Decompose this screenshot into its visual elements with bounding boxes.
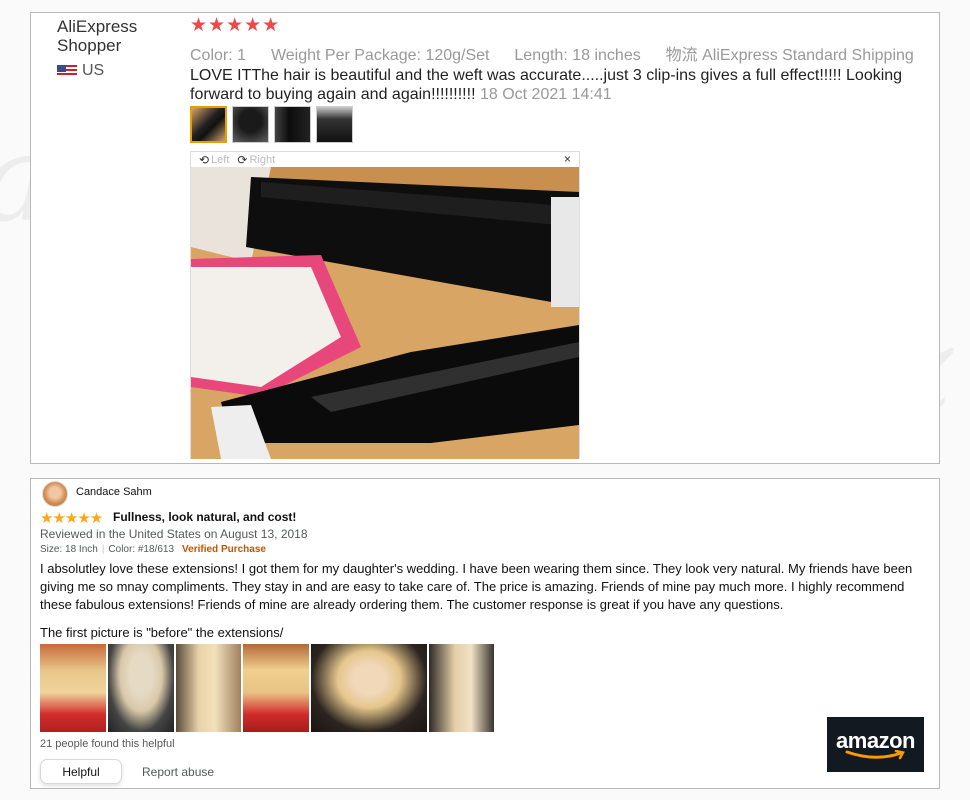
product-attributes: Color: 1 Weight Per Package: 120g/Set Le… [190, 41, 914, 65]
color-value: 1 [237, 47, 247, 64]
rotate-left-icon: ⟲ [199, 152, 210, 167]
review-photo[interactable] [108, 644, 174, 732]
weight-value: 120g/Set [425, 47, 490, 64]
product-attributes: Size: 18 Inch | Color: #18/613 Verified Pur… [40, 544, 266, 555]
review-title[interactable]: Fullness, look natural, and cost! [113, 510, 296, 524]
review-thumbnail[interactable] [190, 106, 227, 143]
reviewer-name[interactable]: Candace Sahm [76, 486, 152, 498]
review-photos [40, 644, 494, 732]
review-thumbnail[interactable] [232, 106, 269, 143]
us-flag-icon [57, 65, 77, 77]
shipping-label: 物流 [665, 47, 698, 64]
aliexpress-review-card: AliExpress Shopper US ★★★★★ Color: 1 Wei… [30, 12, 940, 464]
amazon-smile-icon [845, 749, 905, 759]
helpful-count: 21 people found this helpful [40, 738, 175, 750]
star-rating: ★★★★★ [190, 15, 281, 36]
reviewer-name: AliExpress Shopper [57, 17, 138, 55]
amazon-review-card: Candace Sahm ★★★★★ Fullness, look natura… [30, 478, 940, 789]
color-attribute: Color: #18/613 [108, 544, 175, 555]
review-thumbnail[interactable] [316, 106, 353, 143]
rotate-right-button[interactable]: ⟳ Right [237, 153, 275, 167]
review-photo[interactable] [40, 644, 106, 732]
helpful-button[interactable]: Helpful [40, 759, 122, 784]
review-thumbnail[interactable] [274, 106, 311, 143]
size-attribute: Size: 18 Inch [40, 544, 98, 555]
shipping-value: AliExpress Standard Shipping [702, 47, 914, 64]
review-body: I absolutley love these extensions! I go… [40, 561, 913, 612]
reviewer-country: US [57, 62, 104, 80]
review-date: Reviewed in the United States on August … [40, 527, 308, 541]
photo-caption: The first picture is "before" the extens… [40, 625, 284, 640]
rotate-right-label: Right [249, 153, 276, 166]
review-photo[interactable] [311, 644, 427, 732]
review-photo[interactable] [243, 644, 309, 732]
weight-label: Weight Per Package: [270, 47, 421, 64]
review-date: 18 Oct 2021 14:41 [479, 86, 612, 103]
amazon-logo-text: amazon [836, 727, 915, 753]
review-photo[interactable] [176, 644, 241, 732]
review-photo[interactable] [429, 644, 494, 732]
image-viewer: ⟲ Left ⟳ Right × [190, 151, 580, 459]
viewer-toolbar: ⟲ Left ⟳ Right × [191, 152, 579, 167]
review-text: LOVE ITThe hair is beautiful and the wef… [190, 66, 925, 104]
verified-purchase-badge: Verified Purchase [182, 544, 266, 555]
review-thumbnails [190, 106, 353, 143]
close-icon[interactable]: × [564, 152, 571, 166]
star-rating[interactable]: ★★★★★ [40, 509, 103, 527]
color-label: Color: [190, 47, 233, 64]
length-label: Length: [514, 47, 568, 64]
length-value: 18 inches [572, 47, 641, 64]
report-abuse-link[interactable]: Report abuse [142, 765, 214, 779]
avatar [42, 481, 68, 507]
country-label: US [82, 62, 105, 79]
review-photo-hair-package [191, 167, 579, 459]
rotate-left-label: Left [211, 153, 230, 166]
rotate-right-icon: ⟳ [237, 152, 248, 167]
amazon-logo: amazon [827, 717, 924, 772]
rotate-left-button[interactable]: ⟲ Left [199, 153, 229, 167]
